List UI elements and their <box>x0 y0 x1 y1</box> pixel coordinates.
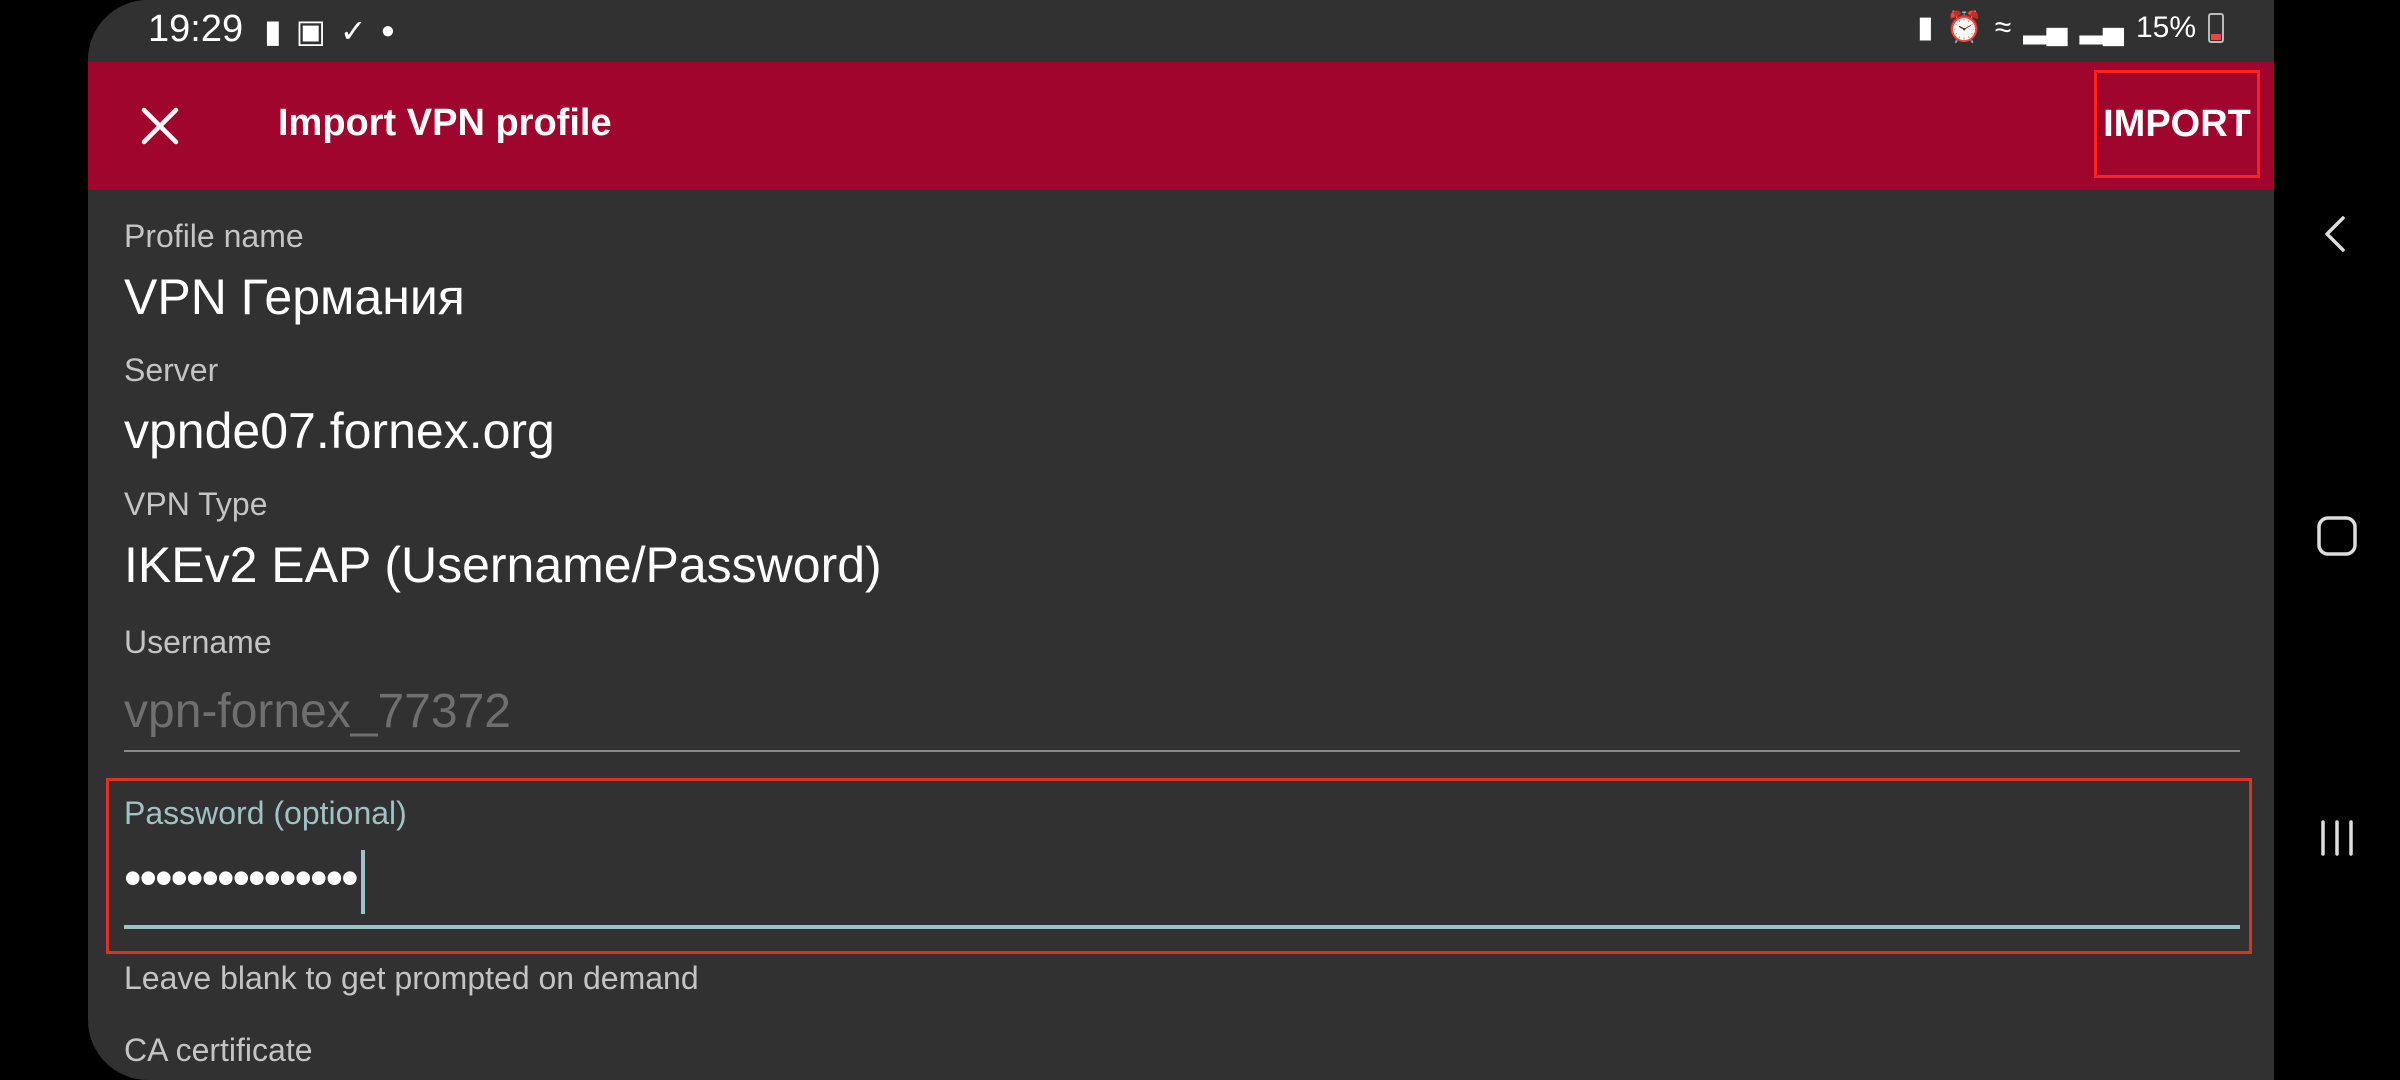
password-field[interactable]: ••••••••••••••• <box>124 843 2240 929</box>
vpn-type-value: IKEv2 EAP (Username/Password) <box>124 537 882 593</box>
back-icon <box>2325 216 2345 252</box>
recents-button[interactable] <box>2274 788 2400 888</box>
server-value: vpnde07.fornex.org <box>124 403 555 459</box>
password-field-container[interactable]: Password (optional) ••••••••••••••• <box>106 778 2252 954</box>
signal-roaming-icon: ▂▄ <box>2079 11 2124 44</box>
navigation-bar <box>2274 0 2400 1080</box>
close-icon <box>141 107 179 145</box>
profile-name-label: Profile name <box>124 218 304 254</box>
username-placeholder: vpn-fornex_77372 <box>124 685 511 738</box>
app-screen: 19:29 ▮ ▣ ✓ ● ▮ ⏰ ≈ ▂▄ ▂▄ 15% Import VPN… <box>88 0 2274 1080</box>
home-icon <box>2317 516 2357 556</box>
image-icon: ▣ <box>295 13 326 49</box>
wifi-icon: ≈ <box>1994 10 2012 44</box>
alert-icon: ▮ <box>264 13 282 49</box>
status-right-icons: ▮ ⏰ ≈ ▂▄ ▂▄ 15% <box>1917 10 2224 45</box>
page-title: Import VPN profile <box>278 102 612 144</box>
password-label: Password (optional) <box>124 795 407 831</box>
alarm-icon: ⏰ <box>1945 11 1983 44</box>
password-value: ••••••••••••••• <box>124 849 365 914</box>
home-button[interactable] <box>2274 486 2400 586</box>
status-bar: 19:29 ▮ ▣ ✓ ● ▮ ⏰ ≈ ▂▄ ▂▄ 15% <box>88 0 2274 62</box>
back-button[interactable] <box>2274 184 2400 284</box>
ca-certificate-label: CA certificate <box>124 1032 313 1068</box>
import-button[interactable]: IMPORT <box>2094 70 2260 178</box>
vpn-type-label: VPN Type <box>124 486 268 522</box>
text-cursor <box>360 849 365 914</box>
app-bar: Import VPN profile IMPORT <box>88 62 2274 190</box>
status-left-icons: ▮ ▣ ✓ ● <box>264 12 395 50</box>
close-button[interactable] <box>128 94 192 158</box>
check-icon: ✓ <box>339 13 367 49</box>
password-hint: Leave blank to get prompted on demand <box>124 960 699 996</box>
battery-percent: 15% <box>2135 10 2196 44</box>
profile-name-value: VPN Германия <box>124 269 465 325</box>
battery-icon <box>2208 12 2224 43</box>
dot-icon: ● <box>380 17 396 44</box>
username-label: Username <box>124 624 272 660</box>
server-label: Server <box>124 352 219 388</box>
signal-icon: ▂▄ <box>2023 11 2068 44</box>
recents-icon <box>2321 820 2353 856</box>
username-field[interactable]: vpn-fornex_77372 <box>124 680 2240 752</box>
status-time: 19:29 <box>148 8 244 50</box>
battery-saver-icon: ▮ <box>1916 11 1934 44</box>
